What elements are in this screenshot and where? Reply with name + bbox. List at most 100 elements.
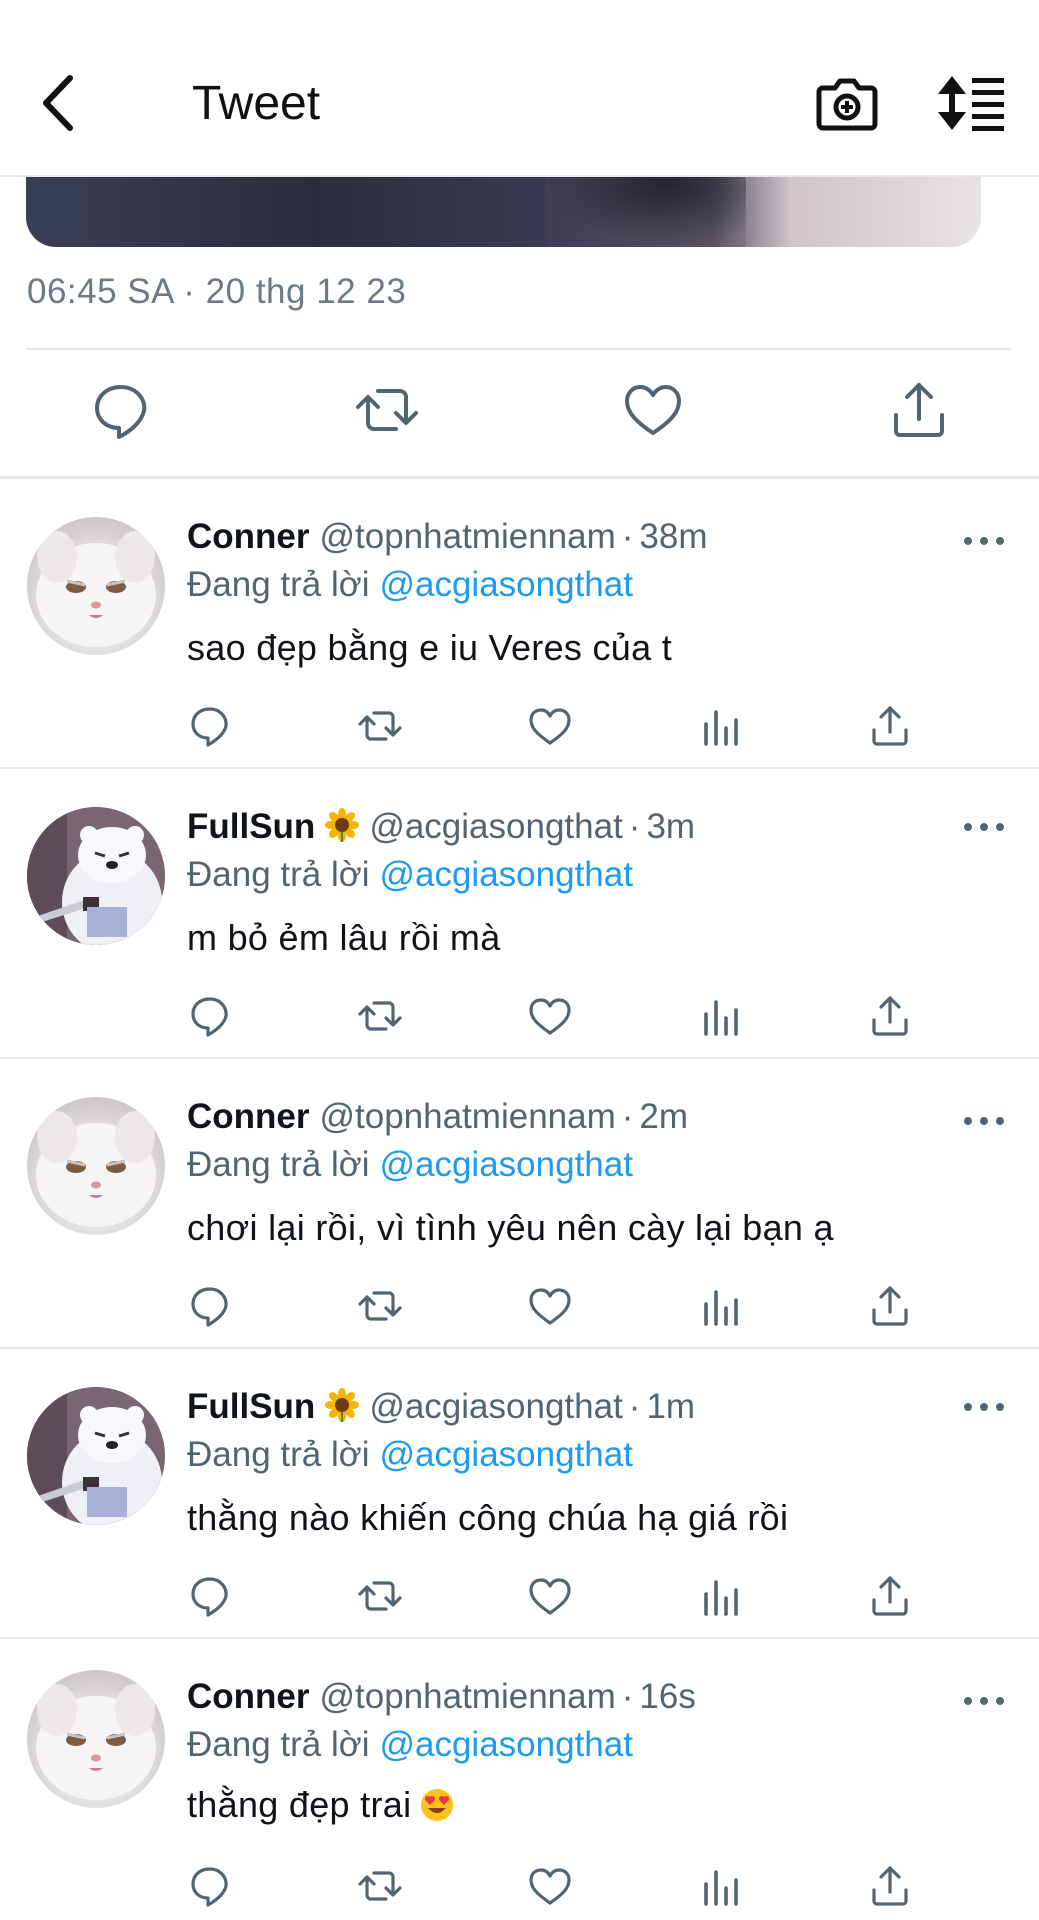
separator-dot: · — [621, 1677, 634, 1716]
replying-label: Đang trả lời — [187, 1435, 370, 1474]
replying-label: Đang trả lời — [187, 1145, 370, 1184]
user-handle[interactable]: @acgiasongthat — [369, 1387, 622, 1426]
like-icon — [529, 1578, 571, 1615]
replying-label: Đang trả lời — [187, 565, 370, 604]
reply-text-content: m bỏ ẻm lâu rồi mà — [187, 917, 501, 958]
display-name[interactable]: FullSun — [187, 1387, 315, 1426]
views-button[interactable] — [696, 992, 744, 1040]
white-cat-avatar[interactable] — [27, 517, 165, 655]
like-icon — [529, 708, 571, 745]
more-options-button[interactable] — [962, 531, 1006, 551]
reply-text: thằng nào khiến công chúa hạ giá rồi — [187, 1497, 788, 1539]
views-icon — [704, 1290, 738, 1326]
retweet-button[interactable] — [356, 992, 404, 1040]
reply-item[interactable]: Conner @topnhatmiennam · 2m Đang trả lời @ac… — [0, 1059, 1039, 1349]
reply-button[interactable] — [186, 1572, 234, 1620]
reply-button[interactable] — [186, 992, 234, 1040]
share-button[interactable] — [866, 702, 914, 750]
replying-to: Đang trả lời @acgiasongthat — [187, 855, 633, 895]
user-handle[interactable]: @topnhatmiennam — [320, 1677, 616, 1716]
like-button[interactable] — [618, 375, 688, 445]
views-button[interactable] — [696, 1862, 744, 1910]
retweet-button[interactable] — [356, 1572, 404, 1620]
reply-text: chơi lại rồi, vì tình yêu nên cày lại bạ… — [187, 1207, 834, 1249]
reply-button[interactable] — [86, 375, 156, 445]
reply-button[interactable] — [186, 1282, 234, 1330]
sort-button[interactable] — [938, 74, 1008, 132]
reply-item[interactable]: FullSun @acgiasongthat · 3m Đang trả lời @ac… — [0, 769, 1039, 1059]
more-options-button[interactable] — [962, 1397, 1006, 1417]
reply-text: thằng đẹp trai — [187, 1784, 455, 1826]
more-options-button[interactable] — [962, 817, 1006, 837]
like-button[interactable] — [526, 1862, 574, 1910]
reply-action-bar — [0, 992, 1039, 1042]
reply-item[interactable]: Conner @topnhatmiennam · 38m Đang trả lời @a… — [0, 479, 1039, 769]
display-name[interactable]: Conner — [187, 1677, 310, 1716]
reply-text: m bỏ ẻm lâu rồi mà — [187, 917, 501, 959]
views-button[interactable] — [696, 702, 744, 750]
like-icon — [529, 998, 571, 1035]
mention-link[interactable]: @acgiasongthat — [379, 855, 632, 894]
more-options-button[interactable] — [962, 1691, 1006, 1711]
share-button[interactable] — [866, 1862, 914, 1910]
share-icon — [872, 1576, 908, 1616]
reply-header: Conner @topnhatmiennam · 16s — [187, 1677, 696, 1717]
display-name[interactable]: Conner — [187, 517, 310, 556]
views-icon — [704, 1000, 738, 1036]
reply-item[interactable]: FullSun @acgiasongthat · 1m Đang trả lời @ac… — [0, 1349, 1039, 1639]
user-handle[interactable]: @acgiasongthat — [369, 807, 622, 846]
separator-dot: · — [621, 517, 634, 556]
reply-time: 1m — [646, 1387, 696, 1426]
white-cat-avatar[interactable] — [27, 1670, 165, 1808]
user-handle[interactable]: @topnhatmiennam — [320, 1097, 616, 1136]
reply-header: FullSun @acgiasongthat · 3m — [187, 807, 695, 847]
mention-link[interactable]: @acgiasongthat — [379, 1435, 632, 1474]
more-options-button[interactable] — [962, 1111, 1006, 1131]
reply-header: Conner @topnhatmiennam · 2m — [187, 1097, 688, 1137]
share-button[interactable] — [866, 992, 914, 1040]
share-button[interactable] — [884, 375, 954, 445]
share-button[interactable] — [866, 1572, 914, 1620]
white-cat-avatar[interactable] — [27, 1097, 165, 1235]
views-button[interactable] — [696, 1572, 744, 1620]
user-handle[interactable]: @topnhatmiennam — [320, 517, 616, 556]
share-icon — [872, 706, 908, 746]
views-icon — [704, 1580, 738, 1616]
tweet-media-image[interactable] — [26, 177, 981, 247]
ice-bear-avatar[interactable] — [27, 807, 165, 945]
like-button[interactable] — [526, 992, 574, 1040]
display-name[interactable]: FullSun — [187, 807, 315, 846]
views-icon — [704, 710, 738, 746]
page-title: Tweet — [192, 77, 321, 130]
like-icon — [529, 1288, 571, 1325]
more-dots-icon — [964, 823, 1004, 831]
back-button[interactable] — [36, 68, 86, 138]
divider — [26, 348, 1011, 350]
retweet-button[interactable] — [356, 1862, 404, 1910]
like-button[interactable] — [526, 702, 574, 750]
more-dots-icon — [964, 1403, 1004, 1411]
reply-time: 3m — [646, 807, 696, 846]
like-button[interactable] — [526, 1572, 574, 1620]
sort-list-icon — [938, 76, 1004, 131]
share-button[interactable] — [866, 1282, 914, 1330]
retweet-button[interactable] — [352, 375, 422, 445]
mention-link[interactable]: @acgiasongthat — [379, 1145, 632, 1184]
display-name[interactable]: Conner — [187, 1097, 310, 1136]
views-button[interactable] — [696, 1282, 744, 1330]
mention-link[interactable]: @acgiasongthat — [379, 1725, 632, 1764]
reply-icon — [191, 997, 228, 1037]
retweet-button[interactable] — [356, 1282, 404, 1330]
reply-item[interactable]: Conner @topnhatmiennam · 16s Đang trả lời @a… — [0, 1639, 1039, 1920]
like-button[interactable] — [526, 1282, 574, 1330]
separator-dot: · — [628, 1387, 641, 1426]
camera-button[interactable] — [815, 72, 879, 134]
reply-button[interactable] — [186, 702, 234, 750]
reply-text: sao đẹp bằng e iu Veres của t — [187, 627, 672, 669]
retweet-icon — [358, 1001, 402, 1031]
retweet-button[interactable] — [356, 702, 404, 750]
reply-button[interactable] — [186, 1862, 234, 1910]
separator-dot: · — [621, 1097, 634, 1136]
mention-link[interactable]: @acgiasongthat — [379, 565, 632, 604]
ice-bear-avatar[interactable] — [27, 1387, 165, 1525]
